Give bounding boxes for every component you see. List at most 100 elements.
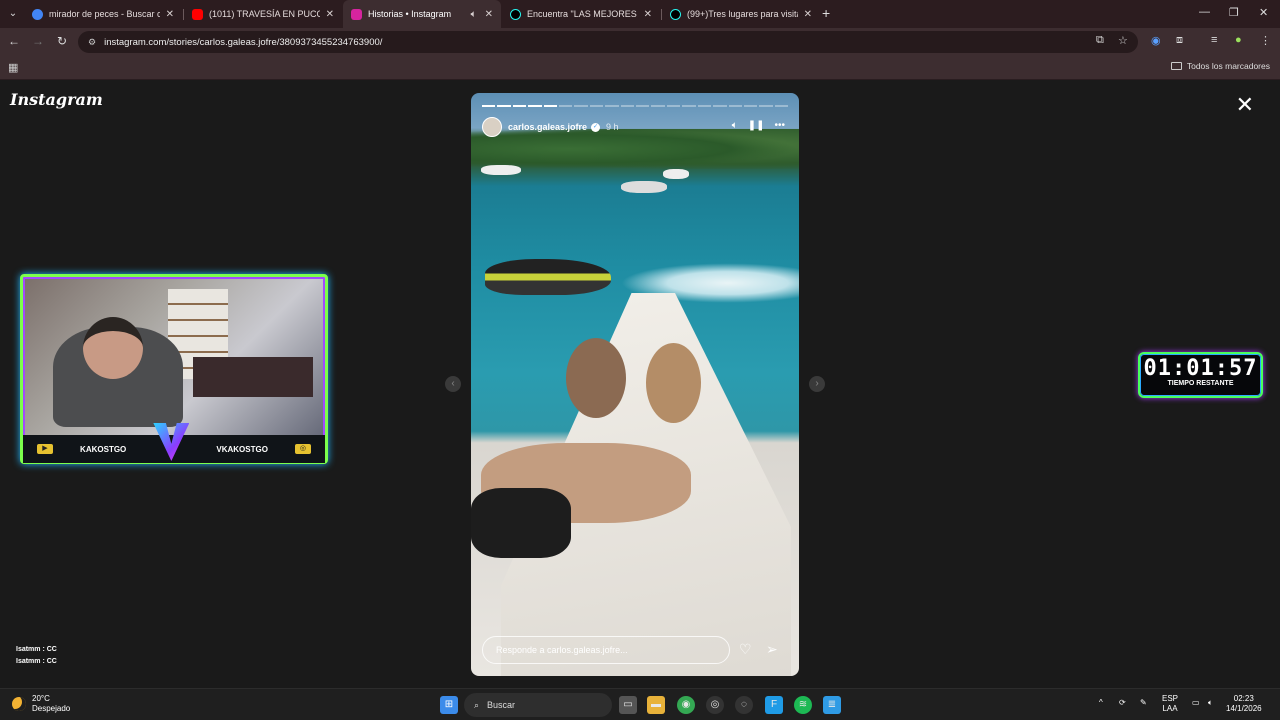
task-view-icon[interactable]: ▭ <box>619 696 637 714</box>
sound-icon[interactable]: 🔈︎ <box>732 120 738 131</box>
story-image-bag <box>471 488 571 558</box>
progress-segment <box>759 105 773 107</box>
file-explorer-icon[interactable]: ▬ <box>647 696 665 714</box>
windows-taskbar: 20°C Despejado ⊞ ⌕ Buscar ▭ ▬ ◉ ◎ ◌ F ≋ … <box>0 688 1280 720</box>
all-bookmarks-label: Todos los marcadores <box>1186 61 1270 71</box>
webcam-speakers <box>193 357 313 397</box>
credit-line: Isatmm : CC <box>16 646 57 653</box>
media-control-icon[interactable]: ≡ <box>1211 34 1217 46</box>
bookmark-star-icon[interactable]: ☆ <box>1118 34 1128 47</box>
tab-title: (99+)Tres lugares para visitar en <box>687 9 798 19</box>
tab-strip: ⌄ mirador de peces - Buscar con Google ✕… <box>0 0 1280 28</box>
tab-title: Historias • Instagram <box>368 9 452 19</box>
story-image-boat <box>621 181 667 193</box>
extension-icon[interactable]: ◉ <box>1151 34 1161 47</box>
site-info-icon[interactable]: ⚙ <box>88 37 96 48</box>
minimize-icon[interactable]: — <box>1199 6 1210 18</box>
tab-tiktok-2[interactable]: (99+)Tres lugares para visitar en ✕ <box>662 0 820 28</box>
language-bottom: LAA <box>1162 704 1178 713</box>
progress-segment <box>697 105 712 107</box>
tray-pen-icon[interactable]: ✎ <box>1140 698 1147 708</box>
progress-segment <box>651 105 665 107</box>
app-icon[interactable]: ◎ <box>706 696 724 714</box>
instagram-stories-page: Instagram ✕ ‹ › carlos.galeas.jofre ✓ 9 … <box>0 80 1280 688</box>
progress-segment <box>666 105 681 107</box>
network-icon[interactable]: ▭ <box>1192 698 1200 708</box>
weather-temp: 20°C <box>32 694 50 703</box>
spotify-icon[interactable]: ≋ <box>794 696 812 714</box>
tab-google-search[interactable]: mirador de peces - Buscar con Google ✕ <box>24 0 182 28</box>
close-tab-icon[interactable]: ✕ <box>644 9 652 20</box>
send-icon[interactable]: ➢ <box>766 641 778 658</box>
overlay-credits: Isatmm : CC Isatmm : CC <box>16 644 57 668</box>
like-heart-icon[interactable]: ♡ <box>739 641 752 658</box>
story-username[interactable]: carlos.galeas.jofre <box>508 122 587 132</box>
notepad-icon[interactable]: ≣ <box>823 696 841 714</box>
extensions-puzzle-icon[interactable]: ⧈ <box>1176 34 1183 47</box>
tab-instagram[interactable]: Historias • Instagram 🔈︎ ✕ <box>343 0 501 28</box>
channel-logo <box>153 423 190 461</box>
avatar[interactable] <box>482 117 502 137</box>
weather-widget[interactable]: 20°C Despejado <box>12 694 70 714</box>
tab-search-chevron-icon[interactable]: ⌄ <box>5 6 21 22</box>
address-bar[interactable]: ⚙ instagram.com/stories/carlos.galeas.jo… <box>78 31 1138 53</box>
windows-start-icon[interactable]: ⊞ <box>440 696 458 714</box>
more-options-icon[interactable]: ••• <box>774 120 785 131</box>
close-tab-icon[interactable]: ✕ <box>166 9 174 20</box>
youtube-icon <box>192 8 203 20</box>
close-tab-icon[interactable]: ✕ <box>326 9 334 20</box>
url-text: instagram.com/stories/carlos.galeas.jofr… <box>104 36 383 48</box>
new-tab-button[interactable]: + <box>822 5 830 21</box>
story-controls: 🔈︎ ❚❚ ••• <box>732 120 785 131</box>
progress-segment <box>774 105 789 107</box>
youtube-icon: ▶ <box>37 444 53 454</box>
search-icon: ⌕ <box>474 699 480 710</box>
tab-youtube[interactable]: (1011) TRAVESÍA EN PUCON 2025 ✕ <box>184 0 342 28</box>
progress-segment <box>482 105 496 107</box>
close-stories-icon[interactable]: ✕ <box>1236 92 1254 118</box>
pause-icon[interactable]: ❚❚ <box>748 120 765 131</box>
all-bookmarks-button[interactable]: Todos los marcadores <box>1170 61 1270 71</box>
story-image-boat <box>481 165 521 175</box>
story-time: 9 h <box>606 122 619 132</box>
app-icon[interactable]: ◌ <box>735 696 753 714</box>
previous-story-icon[interactable]: ‹ <box>445 376 461 392</box>
countdown-timer: 01:01:57 TIEMPO RESTANTE <box>1138 352 1263 398</box>
browser-toolbar: ← → ↻ ⚙ instagram.com/stories/carlos.gal… <box>0 28 1280 56</box>
chrome-icon[interactable]: ◉ <box>677 696 695 714</box>
instagram-logo[interactable]: Instagram <box>10 90 103 109</box>
story-viewer[interactable]: carlos.galeas.jofre ✓ 9 h 🔈︎ ❚❚ ••• Resp… <box>471 93 799 676</box>
tray-sync-icon[interactable]: ⟳ <box>1119 698 1126 708</box>
speaker-icon[interactable]: 🔈︎ <box>471 9 477 20</box>
restore-icon[interactable]: ❐ <box>1229 6 1239 19</box>
tab-tiktok-1[interactable]: Encuentra "LAS MEJORES COSAS" ✕ <box>502 0 660 28</box>
profile-avatar[interactable]: ● <box>1235 34 1242 46</box>
next-story-icon[interactable]: › <box>809 376 825 392</box>
tiktok-icon <box>510 8 521 20</box>
progress-segment <box>605 105 619 107</box>
close-tab-icon[interactable]: ✕ <box>804 9 812 20</box>
progress-segment <box>574 105 588 107</box>
tray-chevron-icon[interactable]: ^ <box>1099 698 1103 708</box>
install-app-icon[interactable]: ⧉ <box>1096 34 1104 47</box>
reply-input[interactable]: Responde a carlos.galeas.jofre... <box>482 636 730 664</box>
moon-icon <box>12 697 26 711</box>
story-image-boat <box>663 169 689 179</box>
apps-grid-icon[interactable]: ▦ <box>8 61 18 74</box>
progress-segment <box>728 105 742 107</box>
menu-dots-icon[interactable]: ⋮ <box>1260 34 1271 47</box>
forward-arrow-icon[interactable]: → <box>30 34 46 48</box>
verified-badge-icon: ✓ <box>591 122 601 132</box>
timer-value: 01:01:57 <box>1143 356 1258 381</box>
back-arrow-icon[interactable]: ← <box>6 34 22 48</box>
volume-icon[interactable]: 🔈︎ <box>1208 698 1213 708</box>
clock[interactable]: 02:23 14/1/2026 <box>1226 694 1262 714</box>
close-tab-icon[interactable]: ✕ <box>485 9 493 20</box>
app-icon[interactable]: F <box>765 696 783 714</box>
reload-icon[interactable]: ↻ <box>54 34 70 48</box>
language-indicator[interactable]: ESP LAA <box>1162 694 1178 714</box>
taskbar-search[interactable]: ⌕ Buscar <box>464 693 612 717</box>
close-window-icon[interactable]: ✕ <box>1259 6 1268 19</box>
webcam-name-bar: ▶ KAKOSTGO VKAKOSTGO ◎ <box>23 423 325 463</box>
progress-segment <box>620 105 635 107</box>
